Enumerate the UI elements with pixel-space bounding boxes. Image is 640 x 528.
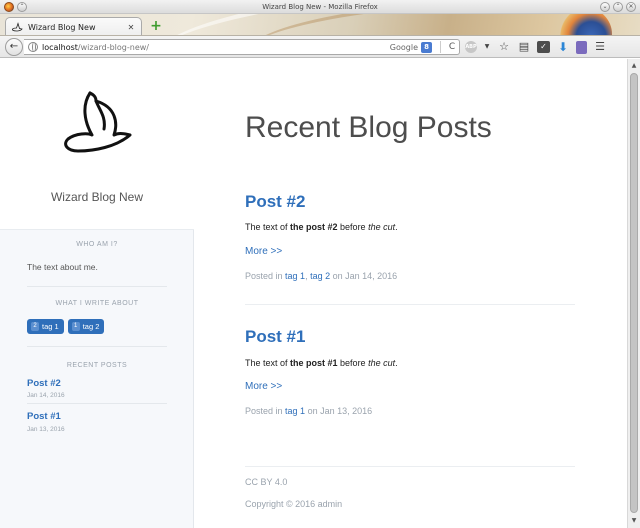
post-meta: Posted in tag 1 on Jan 13, 2016 xyxy=(245,406,373,416)
close-window-icon[interactable]: ✕ xyxy=(626,2,636,12)
tag-label: tag 2 xyxy=(82,322,100,331)
navigation-toolbar: ← localhost /wizard-blog-new/ Google 8 C… xyxy=(0,36,640,58)
extension-icon[interactable] xyxy=(576,40,587,54)
wizard-hat-logo-icon[interactable] xyxy=(60,91,134,157)
read-more-link[interactable]: More >> xyxy=(245,381,282,392)
close-tab-icon[interactable]: ✕ xyxy=(126,23,136,32)
tab-strip: Wizard Blog New ✕ + xyxy=(0,14,640,36)
read-more-link[interactable]: More >> xyxy=(245,246,282,257)
back-button[interactable]: ← xyxy=(5,38,23,56)
scroll-down-icon[interactable]: ▼ xyxy=(628,515,640,527)
tab-wizard-blog[interactable]: Wizard Blog New ✕ xyxy=(5,17,142,35)
sidebar-divider xyxy=(27,403,167,404)
url-path: /wizard-blog-new/ xyxy=(77,42,149,52)
window-menu-icon[interactable]: ⌃ xyxy=(17,2,27,12)
post-tag-link[interactable]: tag 2 xyxy=(310,271,330,281)
download-icon[interactable]: ⬇ xyxy=(556,40,570,54)
post-tag-link[interactable]: tag 1 xyxy=(285,271,305,281)
post-excerpt: The text of the post #2 before the cut. xyxy=(245,222,398,232)
sidebar: Wizard Blog New WHO AM I? The text about… xyxy=(0,59,194,528)
post-divider xyxy=(245,304,575,305)
reload-icon[interactable]: C xyxy=(445,42,459,52)
topics-heading: WHAT I WRITE ABOUT xyxy=(55,300,139,307)
post-meta: Posted in tag 1, tag 2 on Jan 14, 2016 xyxy=(245,271,398,281)
scroll-up-icon[interactable]: ▲ xyxy=(628,60,640,72)
chevron-down-icon[interactable]: ▼ xyxy=(483,40,491,54)
recent-post-date: Jan 14, 2016 xyxy=(27,392,65,399)
post-tag-link[interactable]: tag 1 xyxy=(285,406,305,416)
sidebar-divider xyxy=(27,346,167,347)
firefox-theme-globe xyxy=(560,14,612,35)
about-heading: WHO AM I? xyxy=(76,241,118,248)
site-title[interactable]: Wizard Blog New xyxy=(0,190,194,204)
url-host: localhost xyxy=(42,42,78,52)
about-text: The text about me. xyxy=(27,262,98,272)
tag-list: 2 tag 1 1 tag 2 xyxy=(27,319,105,334)
page-viewport: Wizard Blog New WHO AM I? The text about… xyxy=(0,59,627,528)
main-content: Recent Blog Posts Post #2 The text of th… xyxy=(245,59,575,528)
new-tab-icon[interactable]: + xyxy=(149,19,163,33)
maximize-icon[interactable]: ⌃ xyxy=(613,2,623,12)
license-text: CC BY 4.0 xyxy=(245,477,288,487)
url-bar[interactable]: localhost /wizard-blog-new/ Google 8 C xyxy=(24,39,460,55)
tag-label: tag 1 xyxy=(42,322,59,331)
hamburger-menu-icon[interactable]: ☰ xyxy=(593,40,607,54)
footer-divider xyxy=(245,466,575,467)
page-title: Recent Blog Posts xyxy=(245,111,492,144)
recent-posts-heading: RECENT POSTS xyxy=(66,362,128,369)
window-titlebar: ⌃ Wizard Blog New - Mozilla Firefox ⌄ ⌃ … xyxy=(0,0,640,14)
firefox-app-icon xyxy=(4,2,14,12)
google-search-icon[interactable]: 8 xyxy=(421,41,432,53)
adblock-icon[interactable]: ABP xyxy=(465,41,477,53)
scrollbar-thumb[interactable] xyxy=(630,73,638,513)
post-excerpt: The text of the post #1 before the cut. xyxy=(245,358,398,368)
minimize-icon[interactable]: ⌄ xyxy=(600,2,610,12)
bookmarks-clipboard-icon[interactable]: ▤ xyxy=(517,40,531,54)
search-engine-label[interactable]: Google xyxy=(390,43,418,52)
tab-title: Wizard Blog New xyxy=(28,22,96,32)
vertical-scrollbar[interactable]: ▲ ▼ xyxy=(627,59,640,528)
copyright-text: Copyright © 2016 admin xyxy=(245,499,343,509)
recent-post-date: Jan 13, 2016 xyxy=(27,426,65,433)
tag-chip[interactable]: 2 tag 1 xyxy=(27,319,64,334)
wizard-hat-icon xyxy=(12,22,23,32)
pocket-icon[interactable]: ✓ xyxy=(537,41,550,53)
sidebar-header: Wizard Blog New xyxy=(0,59,194,230)
post-title-link[interactable]: Post #2 xyxy=(245,192,305,212)
sidebar-divider xyxy=(27,286,167,287)
site-identity-icon[interactable] xyxy=(28,42,38,52)
recent-post-link[interactable]: Post #1 xyxy=(27,411,61,422)
tag-count-badge: 1 xyxy=(71,322,80,331)
recent-post-link[interactable]: Post #2 xyxy=(27,378,61,389)
window-title: Wizard Blog New - Mozilla Firefox xyxy=(262,3,378,11)
tag-count-badge: 2 xyxy=(31,322,39,331)
bookmark-star-icon[interactable]: ☆ xyxy=(497,40,511,54)
tag-chip[interactable]: 1 tag 2 xyxy=(67,319,105,334)
post-title-link[interactable]: Post #1 xyxy=(245,327,305,347)
